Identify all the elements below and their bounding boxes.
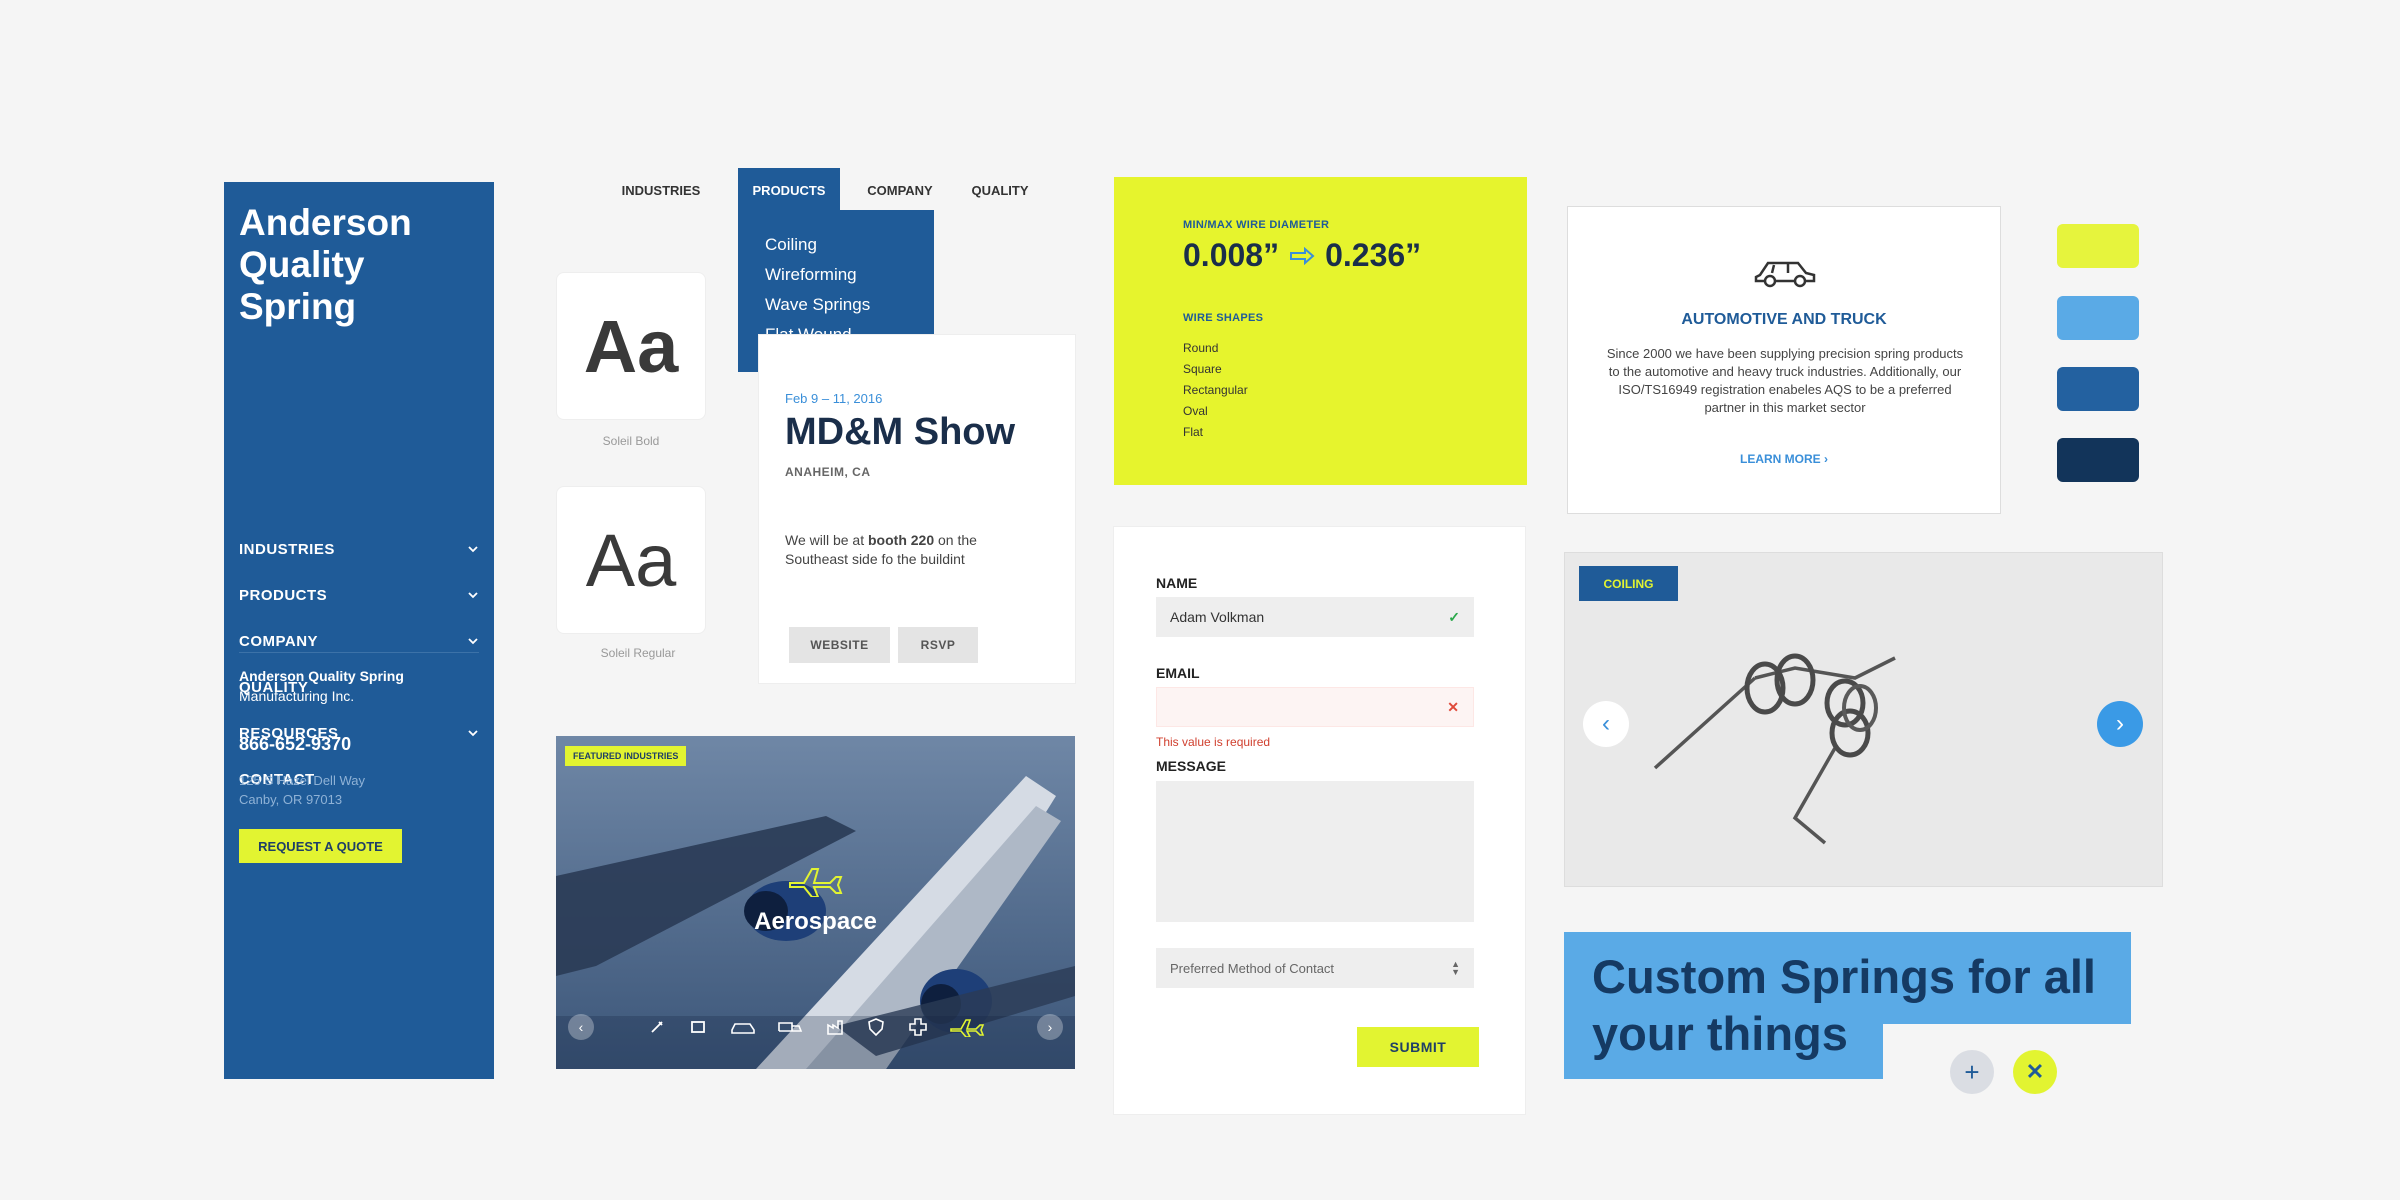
truck-icon[interactable] xyxy=(777,1017,803,1037)
contact-form: NAME Adam Volkman ✓ EMAIL ✕ This value is… xyxy=(1113,526,1526,1115)
event-card: Feb 9 – 11, 2016 MD&M Show ANAHEIM, CA W… xyxy=(758,334,1076,684)
featured-tag: FEATURED INDUSTRIES xyxy=(565,746,687,766)
cross-icon[interactable] xyxy=(908,1017,928,1037)
phone-number[interactable]: 866-652-9370 xyxy=(239,734,351,755)
select-arrows-icon: ▲ ▼ xyxy=(1451,959,1460,977)
chevron-right-icon: › xyxy=(1824,452,1828,466)
wire-shapes-list: Round Square Rectangular Oval Flat xyxy=(1183,338,1527,443)
submit-button[interactable]: SUBMIT xyxy=(1357,1027,1479,1067)
font-sample-regular: Aa xyxy=(556,486,706,634)
event-date: Feb 9 – 11, 2016 xyxy=(785,391,883,406)
sidebar-item-label: COMPANY xyxy=(239,632,319,650)
list-item: Rectangular xyxy=(1183,383,1248,397)
message-textarea[interactable] xyxy=(1156,781,1474,922)
dropdown-item-wireforming[interactable]: Wireforming xyxy=(765,260,907,290)
wire-spec-card: MIN/MAX WIRE DIAMETER 0.008” 0.236” WIRE… xyxy=(1114,177,1527,485)
diameter-range: 0.008” 0.236” xyxy=(1183,237,1527,274)
next-arrow-icon[interactable]: › xyxy=(2097,701,2143,747)
hero-heading: Custom Springs for all your things xyxy=(1592,950,2096,1060)
request-quote-button[interactable]: REQUEST A QUOTE xyxy=(239,829,402,863)
address-line2: Canby, OR 97013 xyxy=(239,792,343,807)
chevron-down-icon xyxy=(468,638,478,645)
spring-image xyxy=(1653,653,1896,845)
address-line1: 125 S Hazel Dell Way xyxy=(239,773,365,788)
next-arrow-icon[interactable]: › xyxy=(1037,1014,1063,1040)
chevron-down-icon xyxy=(468,592,478,599)
diameter-label: MIN/MAX WIRE DIAMETER xyxy=(1183,219,1330,231)
color-swatch-blue xyxy=(2057,367,2139,411)
sidebar-item-products[interactable]: PRODUCTS xyxy=(239,572,479,618)
brand-logo[interactable]: Anderson Quality Spring xyxy=(239,202,479,328)
dropdown-item-coiling[interactable]: Coiling xyxy=(765,230,907,260)
color-swatch-navy xyxy=(2057,438,2139,482)
close-icon[interactable]: ✕ xyxy=(2013,1050,2057,1094)
event-description: We will be at booth 220 on the Southeast… xyxy=(785,532,977,567)
learn-more-link[interactable]: LEARN MORE › xyxy=(1568,452,2000,466)
list-item: Round xyxy=(1183,341,1219,355)
check-icon: ✓ xyxy=(1448,608,1460,625)
sidebar-item-label: INDUSTRIES xyxy=(239,540,335,558)
car-icon xyxy=(1754,261,1816,288)
rsvp-button[interactable]: RSVP xyxy=(898,627,978,663)
company-name: Anderson Quality Spring xyxy=(239,668,404,684)
industry-description: Since 2000 we have been supplying precis… xyxy=(1606,346,1964,415)
email-field[interactable]: ✕ xyxy=(1156,687,1474,727)
prev-arrow-icon[interactable]: ‹ xyxy=(568,1014,594,1040)
tab-quality[interactable]: QUALITY xyxy=(960,168,1040,212)
factory-icon[interactable] xyxy=(825,1017,845,1037)
chevron-down-icon xyxy=(468,546,478,553)
contact-method-select[interactable]: Preferred Method of Contact ▲ ▼ xyxy=(1156,948,1474,988)
arrow-right-icon xyxy=(1290,246,1315,265)
prev-arrow-icon[interactable]: ‹ xyxy=(1583,701,1629,747)
name-label: NAME xyxy=(1156,575,1198,591)
add-icon[interactable]: + xyxy=(1950,1050,1994,1094)
event-title: MD&M Show xyxy=(785,411,1016,453)
industry-info-card: AUTOMOTIVE AND TRUCK Since 2000 we have … xyxy=(1567,206,2001,514)
medical-icon[interactable] xyxy=(647,1017,667,1037)
tab-products[interactable]: PRODUCTS xyxy=(738,168,840,212)
tab-industries[interactable]: INDUSTRIES xyxy=(610,168,712,212)
sidebar-item-label: PRODUCTS xyxy=(239,586,328,604)
email-error: This value is required xyxy=(1156,735,1271,749)
color-swatch-lime xyxy=(2057,224,2139,268)
event-location: ANAHEIM, CA xyxy=(785,465,871,479)
category-tag: COILING xyxy=(1579,566,1678,601)
airplane-icon[interactable] xyxy=(949,1017,985,1037)
max-diameter: 0.236” xyxy=(1325,237,1422,273)
featured-industry-card: FEATURED INDUSTRIES Aerospace ‹ › xyxy=(556,736,1075,1069)
font-sample-bold: Aa xyxy=(556,272,706,420)
divider xyxy=(239,652,479,653)
company-sub: Manufacturing Inc. xyxy=(239,688,355,704)
name-field[interactable]: Adam Volkman ✓ xyxy=(1156,597,1474,637)
list-item: Square xyxy=(1183,362,1222,376)
car-icon[interactable] xyxy=(730,1017,756,1037)
tab-company[interactable]: COMPANY xyxy=(856,168,944,212)
message-label: MESSAGE xyxy=(1156,758,1227,774)
dropdown-item-wave-springs[interactable]: Wave Springs xyxy=(765,290,907,320)
engine-icon[interactable] xyxy=(688,1017,708,1037)
shapes-label: WIRE SHAPES xyxy=(1183,312,1264,324)
font-label-bold: Soleil Bold xyxy=(602,434,660,448)
min-diameter: 0.008” xyxy=(1183,237,1280,273)
industry-title: AUTOMOTIVE AND TRUCK xyxy=(1681,311,1887,328)
list-item: Flat xyxy=(1183,425,1204,439)
chevron-down-icon xyxy=(468,730,478,737)
sidebar: Anderson Quality Spring INDUSTRIES PRODU… xyxy=(224,182,494,1079)
error-icon: ✕ xyxy=(1447,698,1459,715)
sidebar-item-company[interactable]: COMPANY xyxy=(239,618,479,664)
font-label-regular: Soleil Regular xyxy=(600,646,676,660)
airplane-icon xyxy=(789,868,843,897)
list-item: Oval xyxy=(1183,404,1208,418)
sidebar-item-industries[interactable]: INDUSTRIES xyxy=(239,526,479,572)
color-swatch-sky xyxy=(2057,296,2139,340)
shield-icon[interactable] xyxy=(866,1017,886,1037)
industry-title: Aerospace xyxy=(754,908,877,935)
product-carousel: COILING ‹ › xyxy=(1564,552,2163,887)
website-button[interactable]: WEBSITE xyxy=(789,627,890,663)
email-label: EMAIL xyxy=(1156,665,1200,681)
